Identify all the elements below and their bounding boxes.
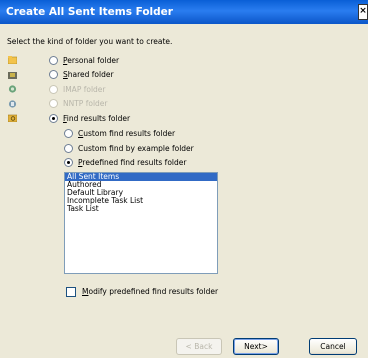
cancel-button[interactable]: Cancel: [309, 338, 357, 355]
radio-button[interactable]: [49, 114, 58, 123]
instruction-text: Select the kind of folder you want to cr…: [7, 37, 173, 46]
radio-custom-find-results[interactable]: Custom find results folder: [64, 127, 175, 140]
radio-label: Find results folder: [63, 114, 131, 123]
radio-button[interactable]: [49, 56, 58, 65]
radio-label: NNTP folder: [63, 99, 108, 108]
radio-button[interactable]: [49, 70, 58, 79]
radio-button[interactable]: [64, 129, 73, 138]
radio-find-results-folder[interactable]: Find results folder: [49, 112, 130, 125]
next-button[interactable]: Next>: [233, 338, 279, 355]
radio-label: Predefined find results folder: [78, 158, 187, 167]
radio-imap-folder: IMAP folder: [49, 83, 106, 96]
radio-predefined-find-results[interactable]: Predefined find results folder: [64, 156, 186, 169]
radio-label: IMAP folder: [63, 85, 106, 94]
personal-folder-icon: [8, 56, 17, 64]
nntp-folder-icon: [8, 100, 17, 108]
modify-predefined-checkbox[interactable]: [66, 286, 76, 297]
find-results-folder-icon: [8, 114, 17, 122]
radio-button: [49, 85, 58, 94]
checkbox-label: Modify predefined find results folder: [82, 287, 219, 296]
radio-label: Custom find by example folder: [78, 144, 194, 153]
list-item[interactable]: Task List: [65, 205, 217, 213]
imap-folder-icon: [8, 85, 17, 93]
modify-predefined-checkbox-row[interactable]: Modify predefined find results folder: [66, 285, 218, 298]
radio-nntp-folder: NNTP folder: [49, 97, 107, 110]
create-folder-dialog: Create All Sent Items Folder × Select th…: [0, 0, 368, 358]
radio-button: [49, 99, 58, 108]
dialog-title: Create All Sent Items Folder: [6, 6, 173, 18]
radio-label: Shared folder: [63, 70, 114, 79]
radio-personal-folder[interactable]: Personal folder: [49, 54, 119, 67]
radio-label: Custom find results folder: [78, 129, 176, 138]
predefined-folder-list[interactable]: All Sent Items Authored Default Library …: [64, 172, 218, 274]
shared-folder-icon: [8, 72, 17, 79]
back-button[interactable]: < Back: [176, 338, 222, 355]
radio-button[interactable]: [64, 158, 73, 167]
radio-button[interactable]: [64, 144, 73, 153]
radio-label: Personal folder: [63, 56, 120, 65]
title-bar: Create All Sent Items Folder ×: [0, 0, 368, 24]
radio-shared-folder[interactable]: Shared folder: [49, 68, 114, 81]
radio-custom-find-by-example[interactable]: Custom find by example folder: [64, 142, 194, 155]
close-button[interactable]: ×: [358, 4, 368, 20]
